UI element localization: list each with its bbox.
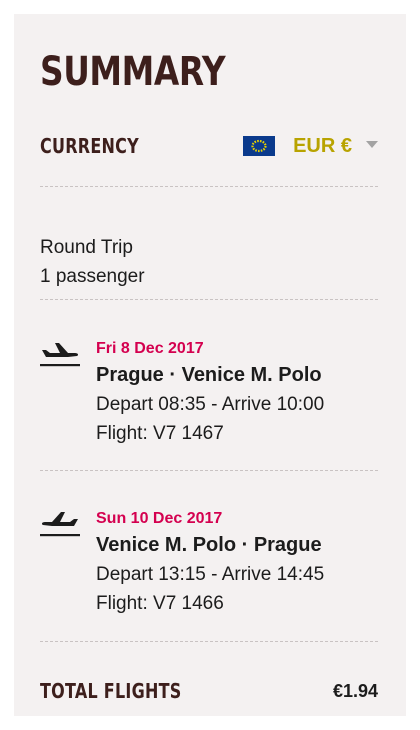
segment-route: Venice M. Polo · Prague: [96, 534, 322, 556]
total-amount: €1.94: [332, 680, 378, 701]
segment-details: Fri 8 Dec 2017 Prague · Venice M. Polo D…: [96, 338, 324, 448]
currency-row: CURRENCY EUR €: [40, 132, 378, 160]
summary-panel: SUMMARY CURRENCY EUR € Round Trip 1 pass…: [14, 14, 406, 716]
segment-date: Fri 8 Dec 2017: [96, 340, 204, 357]
plane-return-icon: [40, 512, 80, 537]
segment-times: Depart 13:15 - Arrive 14:45: [96, 564, 325, 585]
trip-type: Round Trip: [40, 237, 133, 258]
segment-flight-number: Flight: V7 1466: [96, 593, 224, 614]
currency-select[interactable]: EUR €: [243, 135, 378, 158]
segment-date: Sun 10 Dec 2017: [96, 510, 223, 527]
flight-segment-outbound: Fri 8 Dec 2017 Prague · Venice M. Polo D…: [40, 338, 378, 458]
divider: [40, 470, 378, 471]
divider: [40, 186, 378, 187]
divider: [40, 299, 378, 300]
segment-times: Depart 08:35 - Arrive 10:00: [96, 394, 325, 415]
total-label: TOTAL FLIGHTS: [40, 679, 182, 703]
page-title: SUMMARY: [40, 49, 226, 95]
plane-departure-icon: [40, 343, 80, 367]
eu-flag-icon: [243, 136, 276, 156]
total-row: TOTAL FLIGHTS €1.94: [40, 676, 378, 706]
divider: [40, 641, 378, 642]
segment-flight-number: Flight: V7 1467: [96, 423, 224, 444]
segment-route: Prague · Venice M. Polo: [96, 364, 322, 386]
currency-value: EUR €: [293, 134, 352, 157]
passenger-count: 1 passenger: [40, 266, 145, 287]
trip-info: Round Trip 1 passenger: [40, 233, 145, 291]
flight-segment-return: Sun 10 Dec 2017 Venice M. Polo · Prague …: [40, 508, 378, 628]
currency-label: CURRENCY: [40, 134, 139, 158]
segment-details: Sun 10 Dec 2017 Venice M. Polo · Prague …: [96, 508, 324, 618]
chevron-down-icon: [366, 140, 378, 148]
